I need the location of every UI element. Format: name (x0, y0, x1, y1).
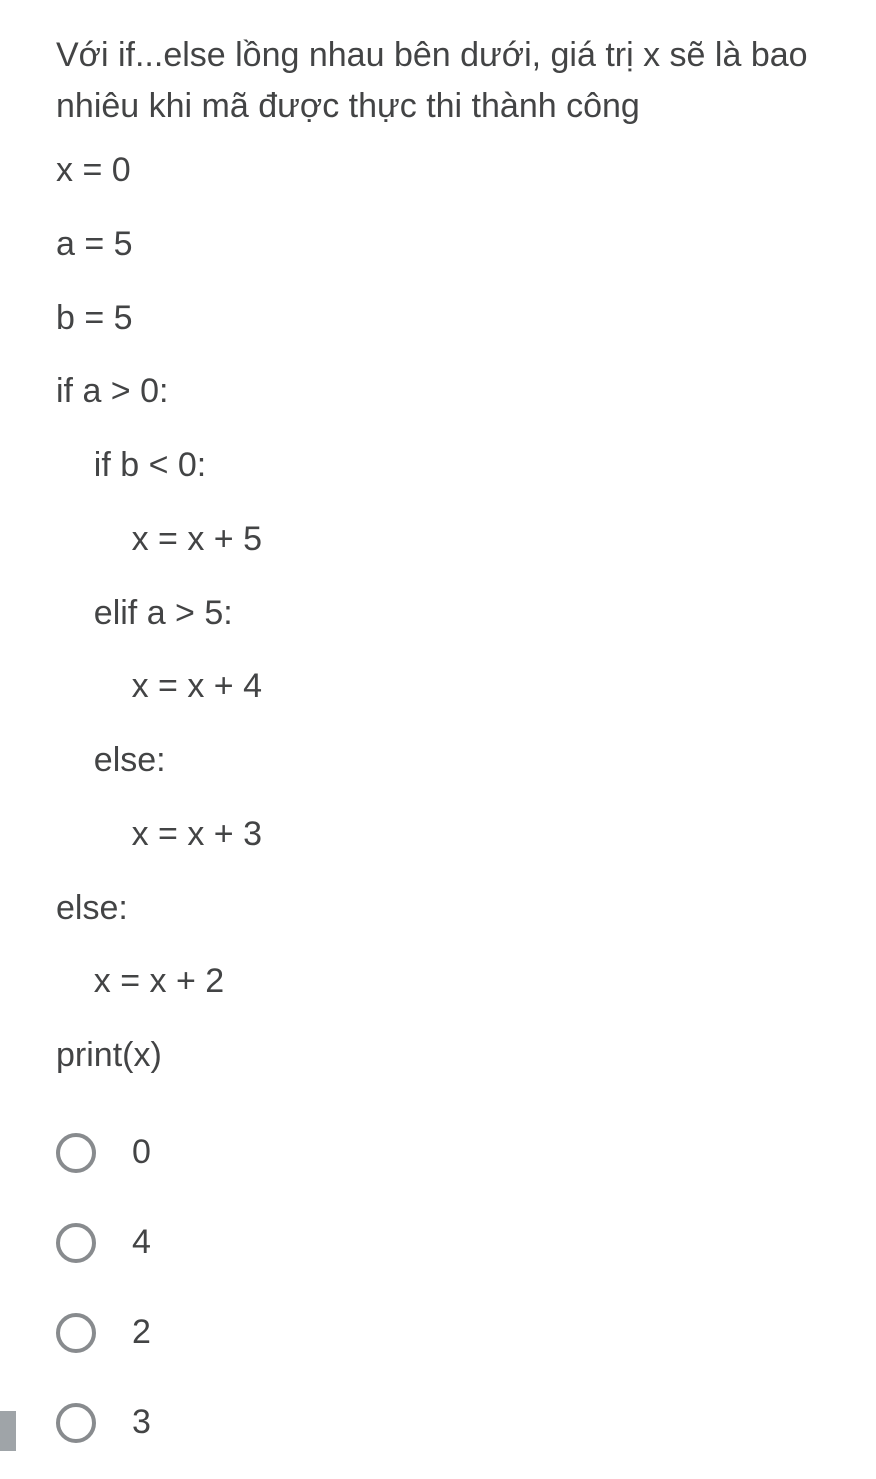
code-line: a = 5 (56, 225, 133, 263)
question-text: Với if...else lồng nhau bên dưới, giá tr… (56, 30, 826, 132)
radio-icon (56, 1313, 96, 1353)
code-line: x = x + 2 (56, 962, 224, 1000)
radio-icon (56, 1223, 96, 1263)
code-line: else: (56, 741, 166, 779)
option-1[interactable]: 4 (56, 1223, 826, 1263)
code-line: if a > 0: (56, 372, 168, 410)
option-label: 0 (132, 1133, 151, 1172)
side-indicator (0, 1411, 16, 1451)
code-line: x = x + 4 (56, 667, 262, 705)
options-group: 0 4 2 3 (56, 1133, 826, 1443)
code-line: else: (56, 889, 128, 927)
radio-icon (56, 1403, 96, 1443)
code-line: x = x + 5 (56, 520, 262, 558)
code-line: if b < 0: (56, 446, 206, 484)
radio-icon (56, 1133, 96, 1173)
option-2[interactable]: 2 (56, 1313, 826, 1353)
option-label: 2 (132, 1313, 151, 1352)
option-0[interactable]: 0 (56, 1133, 826, 1173)
code-line: elif a > 5: (56, 594, 233, 632)
option-label: 3 (132, 1403, 151, 1442)
code-line: print(x) (56, 1036, 162, 1074)
option-label: 4 (132, 1223, 151, 1262)
code-block: x = 0 a = 5 b = 5 if a > 0: if b < 0: x … (56, 134, 826, 1093)
code-line: x = 0 (56, 151, 131, 189)
option-3[interactable]: 3 (56, 1403, 826, 1443)
code-line: b = 5 (56, 299, 133, 337)
code-line: x = x + 3 (56, 815, 262, 853)
